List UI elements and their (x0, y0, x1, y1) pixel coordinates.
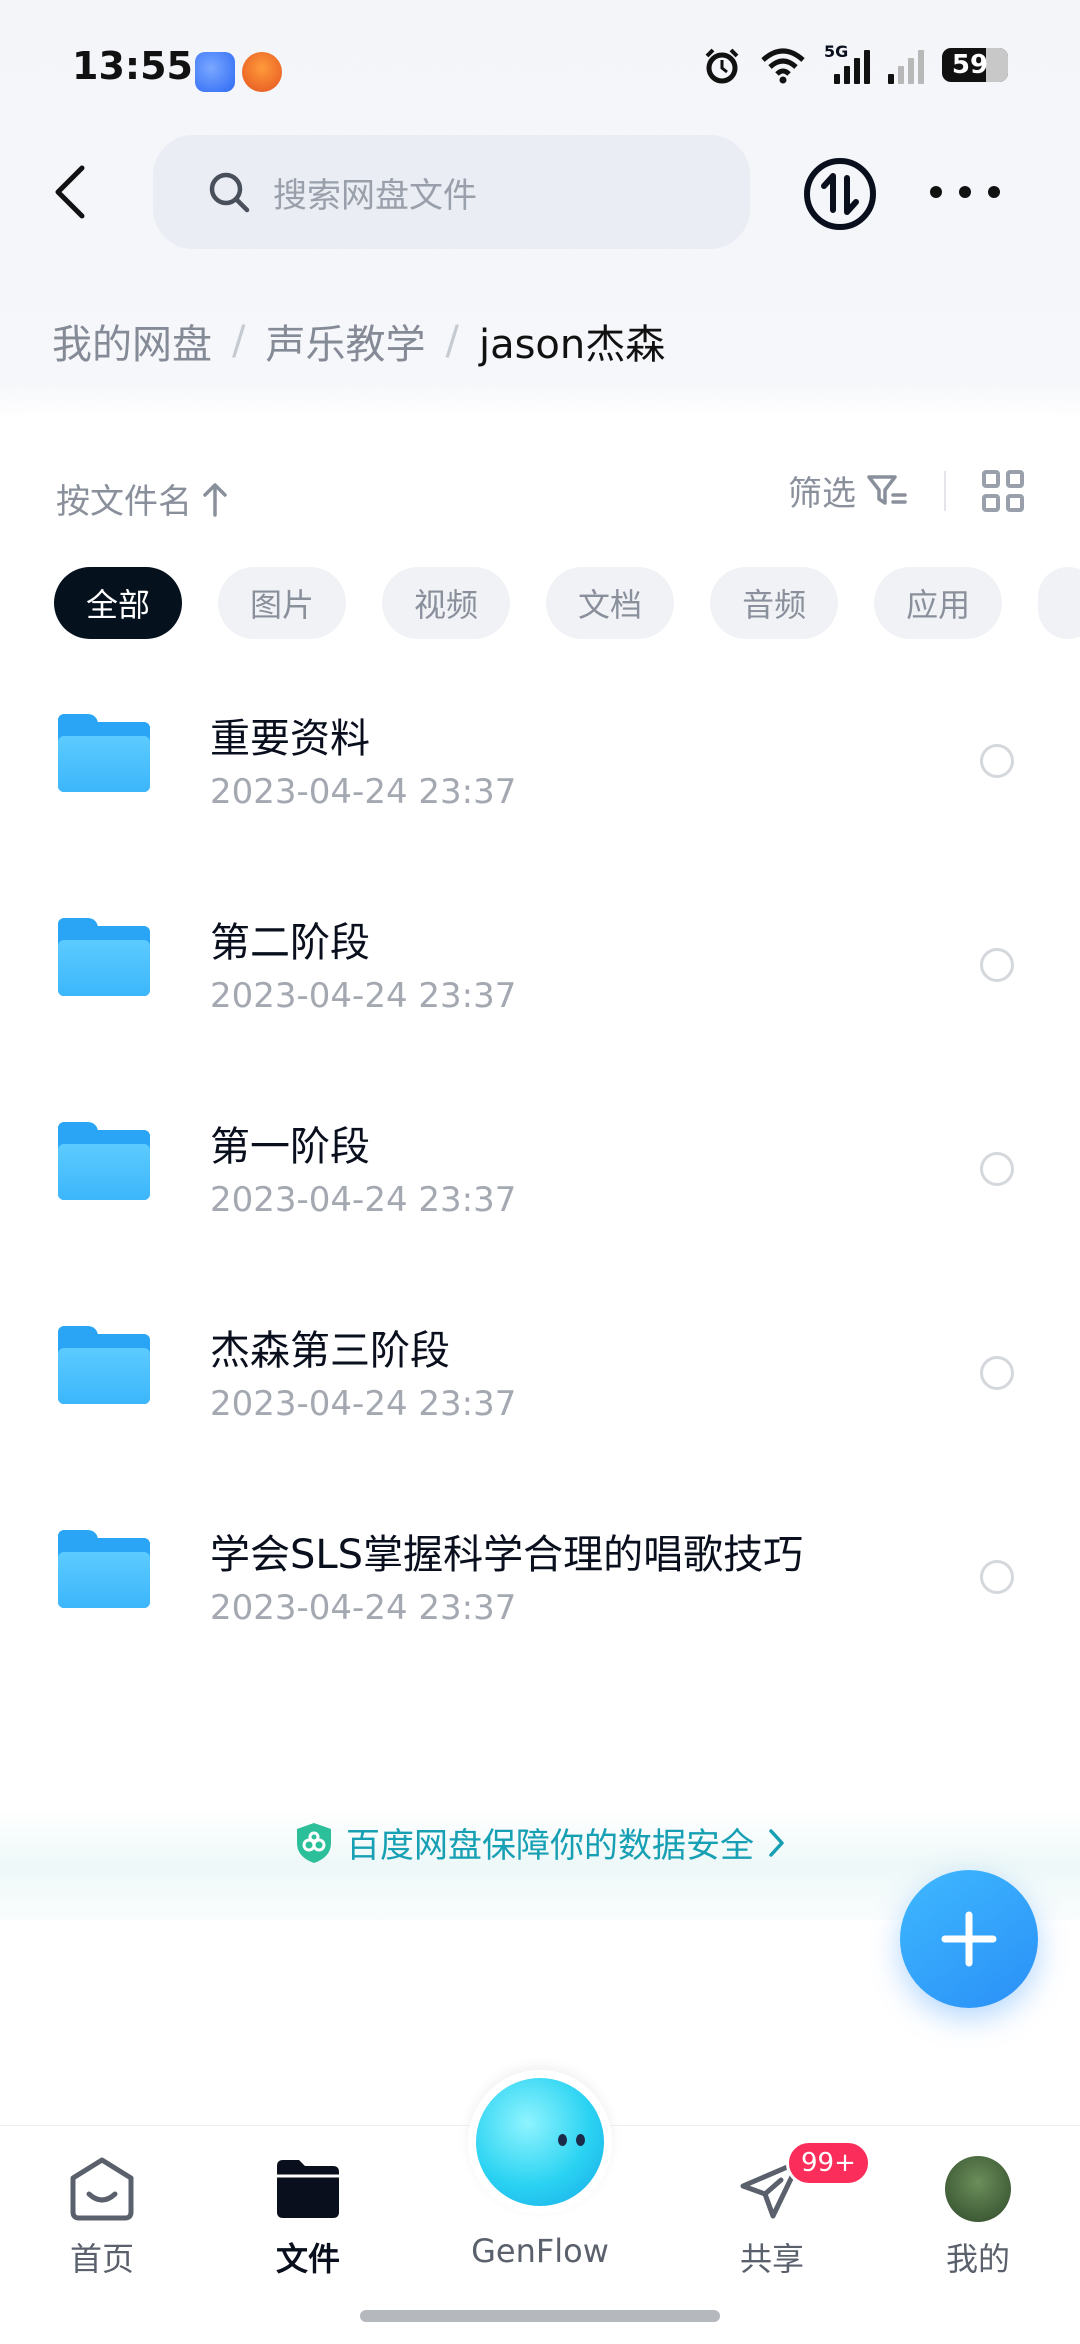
back-button[interactable] (40, 150, 100, 234)
more-dot-icon (959, 186, 971, 198)
more-options-button[interactable] (930, 170, 1000, 214)
select-checkbox[interactable] (980, 1152, 1014, 1186)
arrow-up-icon (203, 482, 227, 517)
breadcrumb-separator: / (232, 318, 246, 364)
wifi-icon (760, 48, 806, 84)
tab-files[interactable]: 文件 (238, 2156, 378, 2280)
avatar (945, 2156, 1011, 2222)
list-item[interactable]: 杰森第三阶段 2023-04-24 23:37 (0, 1274, 1080, 1478)
tab-share-label: 共享 (739, 2240, 804, 2278)
chip-images[interactable]: 图片 (218, 567, 347, 639)
folder-icon (58, 1122, 150, 1200)
status-bar: 13:55 5G 59 (0, 0, 1080, 130)
shield-icon (297, 1822, 331, 1863)
battery-icon: 59 (942, 48, 1008, 82)
tab-home-label: 首页 (69, 2240, 134, 2278)
file-name: 重要资料 (210, 716, 370, 762)
add-button[interactable] (900, 1870, 1038, 2008)
chip-apps[interactable]: 应用 (874, 567, 1003, 639)
file-date: 2023-04-24 23:37 (210, 1588, 517, 1628)
file-name: 第二阶段 (210, 920, 370, 966)
search-input[interactable]: 搜索网盘文件 (153, 135, 750, 249)
file-name: 学会SLS掌握科学合理的唱歌技巧 (210, 1532, 804, 1578)
breadcrumb: 我的网盘 / 声乐教学 / jason杰森 (52, 312, 665, 370)
file-name: 杰森第三阶段 (210, 1328, 450, 1374)
file-date: 2023-04-24 23:37 (210, 1180, 517, 1220)
select-checkbox[interactable] (980, 1356, 1014, 1390)
breadcrumb-current: jason杰森 (478, 322, 666, 368)
chip-audio[interactable]: 音频 (710, 567, 839, 639)
list-item[interactable]: 第二阶段 2023-04-24 23:37 (0, 866, 1080, 1070)
alarm-icon (702, 46, 742, 84)
sort-button[interactable]: 按文件名 (56, 474, 228, 523)
tab-mine-label: 我的 (945, 2240, 1010, 2278)
file-list: 重要资料 2023-04-24 23:37 第二阶段 2023-04-24 23… (0, 662, 1080, 1682)
folder-icon (58, 1326, 150, 1404)
genflow-button[interactable] (468, 2070, 612, 2214)
security-text: 百度网盘保障你的数据安全 (346, 1826, 754, 1866)
select-checkbox[interactable] (980, 744, 1014, 778)
chip-more[interactable] (1038, 567, 1080, 639)
breadcrumb-item-root[interactable]: 我的网盘 (52, 312, 212, 370)
folder-icon (58, 918, 150, 996)
home-indicator[interactable] (360, 2310, 720, 2322)
breadcrumb-separator: / (445, 318, 459, 364)
chip-videos[interactable]: 视频 (382, 567, 511, 639)
signal-icon: 5G (824, 42, 870, 84)
category-chips: 全部 图片 视频 文档 音频 应用 (54, 567, 1080, 639)
file-date: 2023-04-24 23:37 (210, 772, 517, 812)
list-item[interactable]: 重要资料 2023-04-24 23:37 (0, 662, 1080, 866)
more-dot-icon (988, 186, 1000, 198)
transfer-button[interactable] (800, 154, 880, 234)
chip-all[interactable]: 全部 (54, 567, 183, 639)
plus-icon (941, 1911, 997, 1967)
filter-icon[interactable] (866, 473, 908, 509)
tab-genflow-label: GenFlow (471, 2232, 609, 2270)
list-item[interactable]: 第一阶段 2023-04-24 23:37 (0, 1070, 1080, 1274)
tab-mine[interactable]: 我的 (908, 2156, 1048, 2280)
file-date: 2023-04-24 23:37 (210, 1384, 517, 1424)
file-name: 第一阶段 (210, 1124, 370, 1170)
more-dot-icon (930, 186, 942, 198)
tab-home[interactable]: 首页 (32, 2156, 172, 2280)
folder-icon (58, 714, 150, 792)
genflow-app-icon (195, 52, 235, 92)
divider (944, 470, 946, 511)
filter-label[interactable]: 筛选 (788, 466, 856, 515)
notification-app-icon (242, 52, 282, 92)
select-checkbox[interactable] (980, 948, 1014, 982)
share-badge: 99+ (786, 2140, 871, 2186)
breadcrumb-item-parent[interactable]: 声乐教学 (265, 312, 425, 370)
chevron-right-icon (769, 1828, 784, 1857)
sort-label: 按文件名 (56, 482, 192, 522)
signal-icon-weak (888, 46, 924, 84)
select-checkbox[interactable] (980, 1560, 1014, 1594)
security-link[interactable]: 百度网盘保障你的数据安全 (0, 1818, 1080, 1867)
transfer-icon (804, 158, 876, 230)
chevron-left-icon (55, 165, 85, 219)
grid-view-icon[interactable] (982, 469, 1024, 512)
folder-icon (58, 1530, 150, 1608)
filter-controls: 筛选 (788, 466, 1024, 515)
list-item[interactable]: 学会SLS掌握科学合理的唱歌技巧 2023-04-24 23:37 (0, 1478, 1080, 1682)
search-placeholder: 搜索网盘文件 (273, 175, 477, 216)
status-indicators: 5G 59 (702, 42, 1008, 84)
chip-documents[interactable]: 文档 (546, 567, 675, 639)
status-time: 13:55 (72, 44, 193, 88)
battery-level: 59 (951, 50, 989, 80)
folder-filled-icon (277, 2160, 339, 2218)
genflow-mascot-eye (576, 2134, 585, 2146)
genflow-mascot-icon (558, 2134, 567, 2146)
home-icon (70, 2157, 134, 2221)
search-icon (209, 172, 250, 213)
tab-files-label: 文件 (275, 2240, 340, 2278)
file-date: 2023-04-24 23:37 (210, 976, 517, 1016)
